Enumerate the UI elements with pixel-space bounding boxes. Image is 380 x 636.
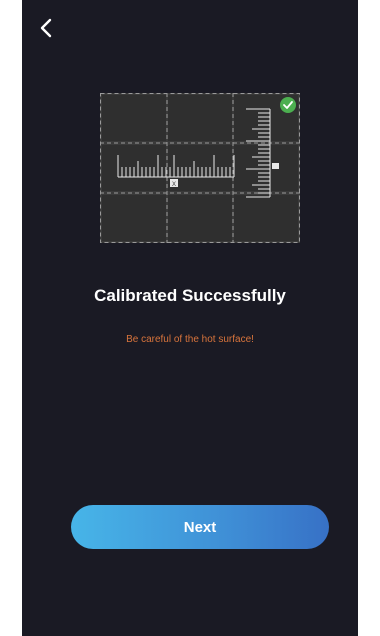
chevron-left-icon (40, 18, 52, 38)
back-button[interactable] (34, 16, 58, 40)
calibration-illustration: X (100, 93, 300, 243)
page-title: Calibrated Successfully (94, 286, 286, 305)
warning-text: Be careful of the hot surface! (126, 334, 254, 345)
next-button[interactable]: Next (71, 505, 329, 549)
calibration-grid-graphic: X (100, 93, 300, 243)
check-icon (280, 97, 296, 113)
vertical-marker (272, 163, 279, 169)
calibration-screen: X Calibrated Successfully Be careful of … (22, 0, 358, 636)
next-button-label: Next (183, 518, 217, 536)
horizontal-marker-label: X (172, 182, 176, 188)
